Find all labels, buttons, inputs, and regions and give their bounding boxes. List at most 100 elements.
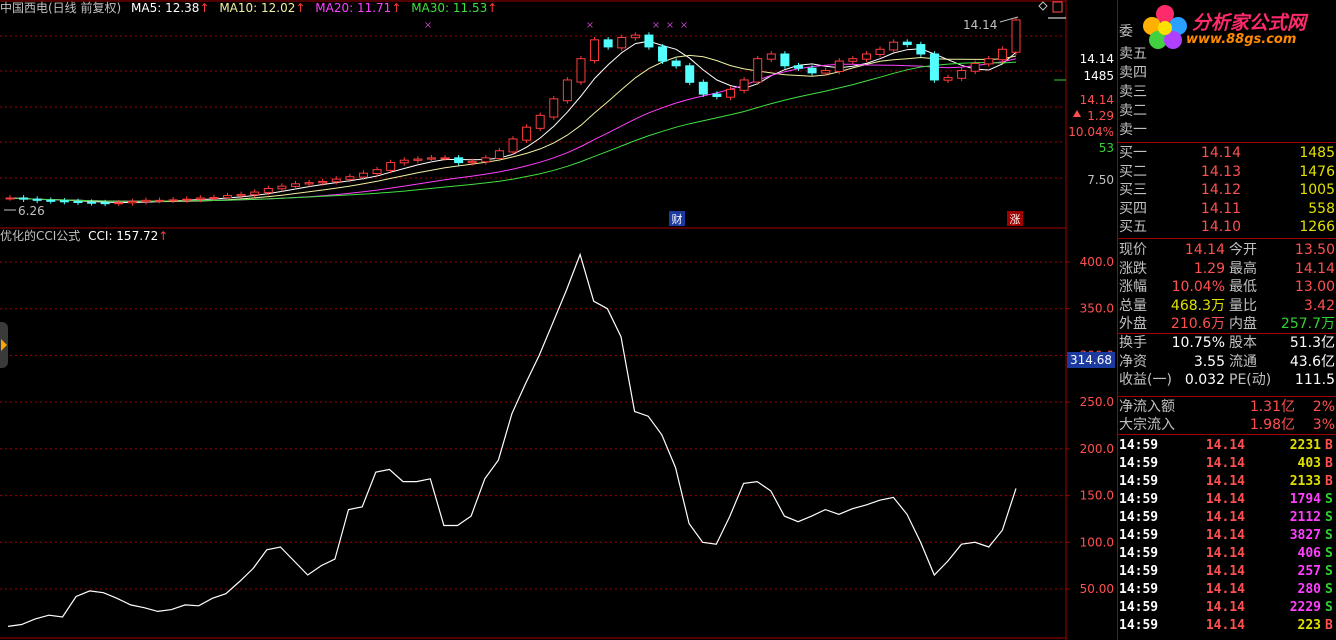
signal-x-icon: ×: [586, 20, 594, 31]
price-axis-label: 7.50: [1087, 173, 1114, 187]
candle-up: [5, 197, 15, 200]
cci-tick-label: 200.0: [1080, 442, 1114, 456]
ma30-label: MA30: 11.53: [411, 1, 488, 15]
sell-level-row: 卖二: [1117, 102, 1336, 120]
stat-value: 1.29: [1193, 260, 1225, 277]
candle-up: [318, 180, 328, 184]
price-axis-label: 53: [1099, 141, 1114, 155]
buy-level-volume: 1266: [1299, 219, 1335, 235]
candle-down: [454, 157, 464, 164]
sell-level-row: 卖四: [1117, 64, 1336, 82]
candle-up: [304, 182, 314, 185]
candle-up: [223, 195, 233, 199]
event-tag[interactable]: 财: [672, 212, 683, 226]
buy-level-price: 14.14: [1200, 145, 1241, 161]
candle-up: [114, 202, 124, 205]
flow-label: 大宗流入: [1119, 417, 1175, 433]
diamond-icon[interactable]: [1038, 1, 1048, 11]
tick-volume: 2112: [1289, 510, 1321, 525]
tick-row: 14:59 14.14 257 S: [1117, 563, 1336, 581]
side-collapse-handle[interactable]: [0, 322, 8, 368]
candle-up: [195, 197, 205, 200]
tick-side: B: [1325, 618, 1333, 633]
stat-value: 14.14: [1184, 242, 1225, 258]
tick-volume: 1794: [1289, 492, 1321, 507]
candle-up: [753, 58, 763, 83]
candle-down: [780, 53, 790, 67]
tick-row: 14:59 14.14 2133 B: [1117, 473, 1336, 491]
tick-side: S: [1325, 600, 1333, 615]
main-chart-header: 中国西电(日线 前复权) MA5: 12.38↑ MA10: 12.02↑ MA…: [0, 0, 497, 16]
tick-price: 14.14: [1205, 564, 1245, 579]
candle-down: [658, 46, 668, 62]
tick-price: 14.14: [1205, 546, 1245, 561]
candle-down: [685, 65, 695, 83]
stat-value: 111.5: [1294, 372, 1335, 389]
tick-row: 14:59 14.14 403 B: [1117, 455, 1336, 473]
tick-side: S: [1325, 492, 1333, 507]
chart-area[interactable]: 400.0350.0300.0250.0200.0150.0100.050.00…: [0, 0, 1117, 640]
ma10-label: MA10: 12.02: [219, 1, 296, 15]
stat-row: 外盘 210.6万 内盘 257.7万: [1117, 315, 1336, 333]
cci-tick-label: 150.0: [1080, 489, 1114, 503]
stat-value: 210.6万: [1170, 316, 1225, 333]
tick-time: 14:59: [1119, 618, 1159, 633]
tick-row: 14:59 14.14 3827 S: [1117, 527, 1336, 545]
candle-up: [576, 58, 586, 83]
cci-tick-label: 50.00: [1080, 582, 1114, 596]
event-tag[interactable]: 涨: [1010, 213, 1021, 226]
cci-title: 优化的CCI公式: [0, 229, 81, 243]
signal-x-icon: ×: [652, 20, 660, 31]
candle-up: [182, 198, 192, 201]
stat-row: 涨幅 10.04% 最低 13.00: [1117, 278, 1336, 296]
tick-row: 14:59 14.14 2112 S: [1117, 509, 1336, 527]
tick-side: B: [1325, 456, 1333, 471]
candle-up: [562, 79, 572, 102]
stat-label: 涨幅: [1119, 279, 1147, 296]
candlesticks: [5, 17, 1021, 207]
flow-label: 净流入额: [1119, 399, 1175, 415]
ma20-label: MA20: 11.71: [315, 1, 392, 15]
stat-row: 现价 14.14 今开 13.50: [1117, 241, 1336, 259]
buy-level-volume: 558: [1308, 200, 1335, 217]
tick-price: 14.14: [1205, 600, 1245, 615]
candle-down: [671, 60, 681, 67]
stat-label: 换手: [1119, 335, 1147, 351]
price-axis-label: 1485: [1083, 69, 1114, 83]
candle-up: [277, 185, 287, 190]
tick-time: 14:59: [1119, 564, 1159, 579]
candle-down: [712, 93, 722, 97]
candle-down: [46, 199, 56, 202]
candle-down: [916, 44, 926, 55]
stat-label: 净资: [1119, 353, 1147, 370]
sell-level-label: 卖二: [1119, 103, 1147, 119]
tick-volume: 2231: [1289, 438, 1321, 453]
stat-row: 收益(一) 0.032 PE(动) 111.5: [1117, 371, 1336, 389]
tick-time: 14:59: [1119, 492, 1159, 507]
window-toggle-icon[interactable]: [1052, 1, 1063, 13]
last-price-marker: 14.14: [963, 18, 997, 32]
candle-down: [100, 202, 110, 205]
stat-label: 现价: [1119, 242, 1147, 258]
candle-up: [861, 53, 871, 60]
tick-volume: 403: [1297, 456, 1321, 471]
tick-volume: 406: [1297, 546, 1321, 561]
stat-value: 0.032: [1184, 372, 1225, 389]
candle-up: [834, 60, 844, 72]
tick-time: 14:59: [1119, 438, 1159, 453]
price-axis-label: 14.14: [1080, 93, 1114, 107]
candle-up: [970, 62, 980, 72]
candle-up: [440, 157, 450, 160]
tick-row: 14:59 14.14 223 B: [1117, 617, 1336, 635]
candle-up: [848, 58, 858, 62]
buy-level-volume: 1485: [1299, 145, 1335, 161]
candle-down: [73, 201, 83, 204]
buy-level-label: 买二: [1119, 163, 1147, 180]
ma20-arrow: ↑: [391, 1, 402, 15]
candle-up: [1011, 19, 1021, 53]
candle-up: [399, 159, 409, 164]
cci-tick-label: 250.0: [1080, 395, 1114, 409]
candle-up: [358, 172, 368, 178]
low-price-marker: 6.26: [18, 204, 45, 218]
candle-down: [929, 53, 939, 81]
